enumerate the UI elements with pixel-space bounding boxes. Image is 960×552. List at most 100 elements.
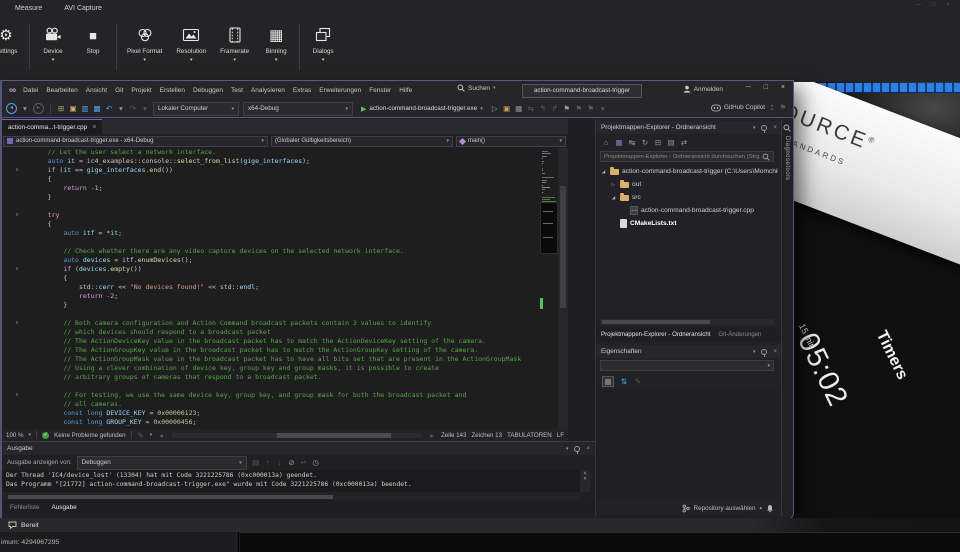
property-pages-icon[interactable]: ✎ <box>634 377 642 386</box>
tabs-indicator[interactable]: TABULATOREN <box>507 432 552 439</box>
messages-icon[interactable]: ▤ <box>252 458 260 467</box>
menu-extras[interactable]: Extras <box>292 86 312 95</box>
panel-tab-git-nderungen[interactable]: Git-Änderungen <box>718 331 761 338</box>
output-horizontal-scrollbar[interactable] <box>2 493 580 500</box>
scroll-left-icon[interactable]: ◂ <box>157 431 165 440</box>
window-close-button[interactable]: × <box>781 84 785 91</box>
clear-all-icon[interactable]: ⊘ <box>288 458 296 467</box>
editor-scrollbar[interactable] <box>558 148 568 429</box>
window-maximize-button[interactable]: □ <box>764 84 768 91</box>
explorer-horizontal-scrollbar[interactable] <box>600 319 774 325</box>
alphabetical-icon[interactable]: ⇅ <box>620 377 628 386</box>
menu-debuggen[interactable]: Debuggen <box>192 86 224 95</box>
navigate-backward-icon[interactable]: ◂ <box>6 103 17 114</box>
panel-tab-ausgabe[interactable]: Ausgabe <box>51 504 76 511</box>
close-icon[interactable]: × <box>773 349 777 355</box>
bookmark-menu-icon[interactable]: ▾ <box>599 104 607 113</box>
output-source-dropdown[interactable]: Debuggen▾ <box>77 456 247 470</box>
pin-icon[interactable] <box>761 125 767 131</box>
window-layout-icon[interactable]: ▦ <box>515 104 523 113</box>
menu-bearbeiten[interactable]: Bearbeiten <box>45 86 78 95</box>
menu-erweiterungen[interactable]: Erweiterungen <box>318 86 362 95</box>
sign-in-button[interactable]: Anmelden <box>683 85 723 93</box>
navigate-backward-menu-icon[interactable]: ▾ <box>21 104 29 113</box>
capture-tab-avi-capture[interactable]: AVI Capture <box>64 5 102 12</box>
categorized-icon[interactable]: ▦ <box>602 376 614 387</box>
sync-with-active-document-icon[interactable]: ↹ <box>628 138 636 147</box>
close-icon[interactable]: × <box>773 125 777 131</box>
horizontal-scrollbar[interactable] <box>172 433 421 438</box>
switch-views-icon[interactable]: ▦ <box>615 138 623 147</box>
properties-object-dropdown[interactable]: ▾ <box>600 360 774 371</box>
panel-tab-fehlerliste[interactable]: Fehlerliste <box>10 504 39 511</box>
edit-icon[interactable]: ✎ <box>137 431 145 440</box>
tree-item[interactable]: ▷out <box>598 178 778 191</box>
fold-marker-icon[interactable]: ∨ <box>2 211 32 220</box>
editor-tab[interactable]: action-comma...t-trigger.cpp × <box>2 119 102 134</box>
navigate-back-icon[interactable]: ↰ <box>539 104 547 113</box>
scroll-right-icon[interactable]: ▸ <box>428 431 436 440</box>
diagnostics-tool-strip[interactable]: Diagnosetools <box>781 119 792 516</box>
project-dropdown[interactable]: action-command-broadcast-trigger.exe - x… <box>3 136 268 147</box>
fold-marker-icon[interactable]: ∨ <box>2 391 32 400</box>
navigate-next-icon[interactable]: ↱ <box>551 104 559 113</box>
window-minimize-button[interactable]: ─ <box>746 84 751 91</box>
profile-icon[interactable]: ⚑ <box>779 103 787 112</box>
fold-marker-icon[interactable]: ∨ <box>2 166 32 175</box>
open-file-icon[interactable]: ▣ <box>503 104 511 113</box>
tree-item[interactable]: ◢action-command-broadcast-trigger (C:\Us… <box>598 165 778 178</box>
previous-message-icon[interactable]: ↑ <box>264 458 272 467</box>
time-icon[interactable]: ◷ <box>312 458 320 467</box>
ribbon-button-device[interactable]: Device▾ <box>33 22 73 63</box>
capture-window-maximize-button[interactable]: □ <box>932 2 936 8</box>
export-icon[interactable]: ↥ <box>768 103 776 112</box>
scrollbar-thumb[interactable] <box>560 186 566 308</box>
open-folder-icon[interactable]: ▣ <box>69 104 77 113</box>
fold-marker-icon[interactable]: ∨ <box>2 265 32 274</box>
menu-datei[interactable]: Datei <box>22 86 39 95</box>
save-icon[interactable]: ▥ <box>81 104 89 113</box>
menu-erstellen[interactable]: Erstellen <box>159 86 186 95</box>
panel-tab-projektmappen-explorer-ordneransicht[interactable]: Projektmappen-Explorer - Ordneransicht <box>601 331 710 338</box>
close-tab-icon[interactable]: × <box>92 124 96 131</box>
notifications-bell-icon[interactable] <box>766 504 774 513</box>
pin-icon[interactable] <box>574 446 580 452</box>
close-icon[interactable]: × <box>586 446 590 452</box>
word-wrap-icon[interactable]: ↵ <box>300 458 308 467</box>
capture-window-close-button[interactable]: × <box>946 2 950 8</box>
menu-fenster[interactable]: Fenster <box>368 86 392 95</box>
ribbon-button-framerate[interactable]: Framerate▾ <box>213 22 256 63</box>
redo-menu-icon[interactable]: ▾ <box>141 104 149 113</box>
window-position-icon[interactable]: ▾ <box>753 125 756 131</box>
undo-menu-icon[interactable]: ▾ <box>117 104 125 113</box>
bookmark-next-icon[interactable]: ⚑ <box>587 104 595 113</box>
eol-indicator[interactable]: LF <box>557 432 564 439</box>
chevron-expanded-icon[interactable]: ◢ <box>610 195 617 201</box>
tree-item[interactable]: ◢src <box>598 191 778 204</box>
compare-icon[interactable]: ⇆ <box>527 104 535 113</box>
ribbon-button-binning[interactable]: ▦Binning▾ <box>256 22 296 63</box>
github-copilot-button[interactable]: GitHub Copilot ↥ ⚑ <box>711 103 787 112</box>
code-editor[interactable]: // Let the user select a network interfa… <box>2 148 540 429</box>
scrollbar-thumb[interactable] <box>8 495 333 499</box>
pin-icon[interactable] <box>761 349 767 355</box>
chevron-expanded-icon[interactable]: ◢ <box>600 169 607 175</box>
scrollbar-thumb[interactable] <box>602 320 710 324</box>
menu-ansicht[interactable]: Ansicht <box>85 86 108 95</box>
menu-git[interactable]: Git <box>114 86 124 95</box>
undo-icon[interactable]: ↶ <box>105 104 113 113</box>
menu-test[interactable]: Test <box>230 86 244 95</box>
redo-icon[interactable]: ↷ <box>129 104 137 113</box>
preview-selected-items-icon[interactable]: ⇄ <box>680 138 688 147</box>
tree-item[interactable]: ++action-command-broadcast-trigger.cpp <box>598 204 778 217</box>
next-message-icon[interactable]: ↓ <box>276 458 284 467</box>
problems-status[interactable]: Keine Probleme gefunden <box>54 432 126 439</box>
ribbon-button-pixel-format[interactable]: Pixel Format▾ <box>120 22 169 63</box>
tree-item[interactable]: CMakeLists.txt <box>598 217 778 230</box>
search-box[interactable]: Suchen ▾ <box>457 84 496 92</box>
window-position-icon[interactable]: ▾ <box>566 446 569 452</box>
menu-analysieren[interactable]: Analysieren <box>250 86 286 95</box>
editor-dock-divider[interactable] <box>568 119 595 441</box>
save-all-icon[interactable]: ▩ <box>93 104 101 113</box>
menu-hilfe[interactable]: Hilfe <box>398 86 413 95</box>
